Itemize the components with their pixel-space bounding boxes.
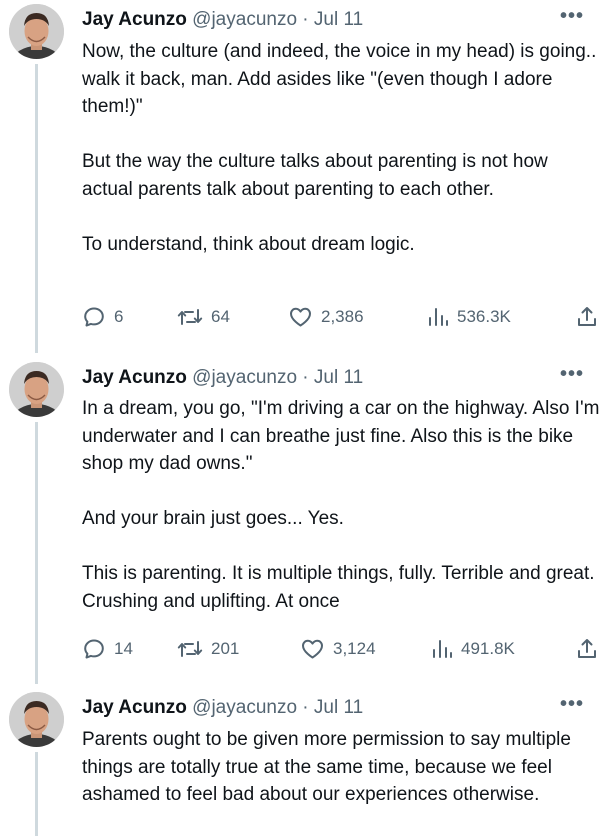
tweet-header: Jay Acunzo @jayacunzo · Jul 11 ••• bbox=[82, 364, 598, 391]
avatar[interactable] bbox=[9, 692, 64, 747]
reply-button[interactable]: 6 bbox=[82, 302, 123, 332]
share-button[interactable] bbox=[575, 634, 599, 664]
views-chart-icon bbox=[433, 640, 452, 658]
tweet-header: Jay Acunzo @jayacunzo · Jul 11 ••• bbox=[82, 6, 598, 33]
tweet-paragraph: Parents ought to be given more permissio… bbox=[82, 729, 571, 805]
retweet-button[interactable]: 64 bbox=[177, 302, 230, 332]
share-icon bbox=[578, 307, 596, 326]
action-bar: 6 64 2,386 536.3K bbox=[82, 302, 602, 332]
author-name[interactable]: Jay Acunzo bbox=[82, 367, 187, 388]
tweet-paragraph: But the way the culture talks about pare… bbox=[82, 151, 548, 200]
tweet-text: Parents ought to be given more permissio… bbox=[82, 726, 602, 809]
heart-icon bbox=[290, 307, 311, 327]
retweet-button[interactable]: 201 bbox=[177, 634, 239, 664]
thread-line bbox=[35, 64, 38, 353]
author-handle[interactable]: @jayacunzo bbox=[192, 367, 297, 388]
more-horizontal-icon[interactable]: ••• bbox=[560, 694, 584, 714]
heart-icon bbox=[302, 639, 323, 659]
tweet-date[interactable]: Jul 11 bbox=[314, 9, 363, 30]
meta-separator: · bbox=[302, 367, 309, 388]
views-button[interactable]: 491.8K bbox=[431, 634, 515, 664]
retweet-count: 64 bbox=[211, 307, 230, 326]
author-name[interactable]: Jay Acunzo bbox=[82, 9, 187, 30]
avatar[interactable] bbox=[9, 362, 64, 417]
views-chart-icon bbox=[429, 308, 448, 326]
like-count: 3,124 bbox=[333, 639, 376, 658]
reply-count: 14 bbox=[114, 639, 133, 658]
avatar[interactable] bbox=[9, 4, 64, 59]
like-button[interactable]: 2,386 bbox=[288, 302, 364, 332]
meta-separator: · bbox=[302, 9, 309, 30]
reply-count: 6 bbox=[114, 307, 124, 326]
views-count: 536.3K bbox=[457, 307, 511, 326]
thread-line bbox=[35, 752, 38, 836]
like-count: 2,386 bbox=[321, 307, 364, 326]
retweet-icon bbox=[177, 641, 203, 657]
tweet-date[interactable]: Jul 11 bbox=[314, 367, 363, 388]
views-button[interactable]: 536.3K bbox=[427, 302, 511, 332]
more-horizontal-icon[interactable]: ••• bbox=[560, 364, 584, 384]
views-count: 491.8K bbox=[461, 639, 515, 658]
reply-icon bbox=[84, 307, 104, 327]
reply-button[interactable]: 14 bbox=[82, 634, 133, 664]
author-handle[interactable]: @jayacunzo bbox=[192, 9, 297, 30]
tweet-date[interactable]: Jul 11 bbox=[314, 697, 363, 718]
like-button[interactable]: 3,124 bbox=[300, 634, 376, 664]
reply-icon bbox=[84, 639, 104, 659]
tweet-paragraph: To understand, think about dream logic. bbox=[82, 233, 415, 255]
meta-separator: · bbox=[302, 697, 309, 718]
author-name[interactable]: Jay Acunzo bbox=[82, 697, 187, 718]
action-bar: 14 201 3,124 491.8K bbox=[82, 634, 602, 664]
author-handle[interactable]: @jayacunzo bbox=[192, 697, 297, 718]
retweet-icon bbox=[177, 309, 203, 325]
tweet-text: Now, the culture (and indeed, the voice … bbox=[82, 38, 602, 258]
tweet-text: In a dream, you go, "I'm driving a car o… bbox=[82, 395, 602, 615]
tweet-paragraph: In a dream, you go, "I'm driving a car o… bbox=[82, 398, 600, 474]
tweet-header: Jay Acunzo @jayacunzo · Jul 11 ••• bbox=[82, 694, 598, 721]
tweet-paragraph: This is parenting. It is multiple things… bbox=[82, 563, 595, 612]
more-horizontal-icon[interactable]: ••• bbox=[560, 6, 584, 26]
thread-line bbox=[35, 422, 38, 684]
retweet-count: 201 bbox=[211, 639, 240, 658]
share-button[interactable] bbox=[575, 302, 599, 332]
tweet-paragraph: And your brain just goes... Yes. bbox=[82, 508, 344, 529]
share-icon bbox=[578, 639, 596, 658]
tweet-paragraph: Now, the culture (and indeed, the voice … bbox=[82, 41, 597, 117]
